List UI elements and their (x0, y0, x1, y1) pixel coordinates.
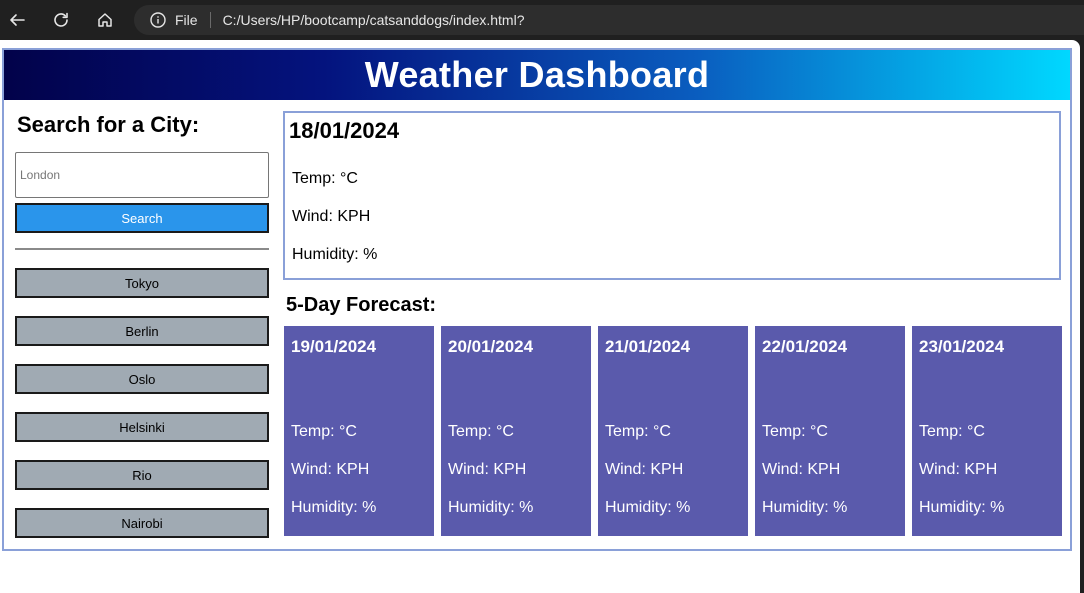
info-icon[interactable] (150, 12, 166, 28)
search-history: Tokyo Berlin Oslo Helsinki Rio Nairobi (15, 268, 269, 538)
url-text[interactable]: C:/Users/HP/bootcamp/catsanddogs/index.h… (223, 12, 525, 28)
address-bar[interactable]: File C:/Users/HP/bootcamp/catsanddogs/in… (134, 5, 1084, 35)
forecast-date: 22/01/2024 (762, 337, 848, 356)
history-button-helsinki[interactable]: Helsinki (15, 412, 269, 442)
history-button-tokyo[interactable]: Tokyo (15, 268, 269, 298)
forecast-card: 20/01/2024 Temp: °C Wind: KPH Humidity: … (441, 326, 591, 536)
forecast-date: 20/01/2024 (448, 337, 534, 356)
forecast-temp: Temp: °C (605, 423, 671, 440)
browser-toolbar: File C:/Users/HP/bootcamp/catsanddogs/in… (0, 0, 1084, 40)
current-temp: Temp: °C (292, 170, 358, 187)
page-title: Weather Dashboard (364, 54, 710, 95)
history-button-oslo[interactable]: Oslo (15, 364, 269, 394)
window-edge (1080, 40, 1084, 593)
forecast-humidity: Humidity: % (919, 499, 1005, 516)
header-banner: Weather Dashboard (4, 50, 1070, 100)
forecast-card: 19/01/2024 Temp: °C Wind: KPH Humidity: … (284, 326, 434, 536)
forecast-temp: Temp: °C (762, 423, 828, 440)
forecast-temp: Temp: °C (919, 423, 985, 440)
forecast-card: 22/01/2024 Temp: °C Wind: KPH Humidity: … (755, 326, 905, 536)
search-sidebar: Search for a City: Search Tokyo Berlin O… (15, 112, 269, 556)
dashboard-container: Weather Dashboard Search for a City: Sea… (2, 48, 1072, 551)
file-label: File (175, 12, 198, 28)
refresh-icon (54, 12, 68, 27)
forecast-humidity: Humidity: % (762, 499, 848, 516)
back-button[interactable] (4, 7, 30, 33)
forecast-heading: 5-Day Forecast: (286, 294, 437, 316)
forecast-row: 19/01/2024 Temp: °C Wind: KPH Humidity: … (284, 326, 1062, 536)
forecast-humidity: Humidity: % (291, 499, 377, 516)
forecast-temp: Temp: °C (448, 423, 514, 440)
search-heading: Search for a City: (17, 112, 200, 137)
back-arrow-icon (10, 14, 25, 26)
home-icon (98, 13, 112, 27)
forecast-card: 23/01/2024 Temp: °C Wind: KPH Humidity: … (912, 326, 1062, 536)
forecast-wind: Wind: KPH (291, 461, 370, 478)
home-button[interactable] (92, 7, 118, 33)
search-button[interactable]: Search (15, 203, 269, 233)
current-humidity: Humidity: % (292, 246, 378, 263)
forecast-date: 19/01/2024 (291, 337, 377, 356)
forecast-date: 21/01/2024 (605, 337, 691, 356)
history-button-rio[interactable]: Rio (15, 460, 269, 490)
sidebar-divider (15, 248, 269, 250)
history-button-berlin[interactable]: Berlin (15, 316, 269, 346)
address-divider (209, 12, 211, 28)
forecast-temp: Temp: °C (291, 423, 357, 440)
forecast-wind: Wind: KPH (605, 461, 684, 478)
history-button-nairobi[interactable]: Nairobi (15, 508, 269, 538)
forecast-humidity: Humidity: % (605, 499, 691, 516)
forecast-wind: Wind: KPH (762, 461, 841, 478)
forecast-wind: Wind: KPH (448, 461, 527, 478)
forecast-humidity: Humidity: % (448, 499, 534, 516)
forecast-card: 21/01/2024 Temp: °C Wind: KPH Humidity: … (598, 326, 748, 536)
forecast-wind: Wind: KPH (919, 461, 998, 478)
current-date: 18/01/2024 (289, 118, 400, 143)
city-search-input[interactable] (15, 152, 269, 198)
current-weather-panel: 18/01/2024 Temp: °C Wind: KPH Humidity: … (283, 111, 1061, 280)
refresh-button[interactable] (48, 7, 74, 33)
page-viewport: Weather Dashboard Search for a City: Sea… (0, 40, 1080, 593)
current-wind: Wind: KPH (292, 208, 371, 225)
forecast-date: 23/01/2024 (919, 337, 1005, 356)
